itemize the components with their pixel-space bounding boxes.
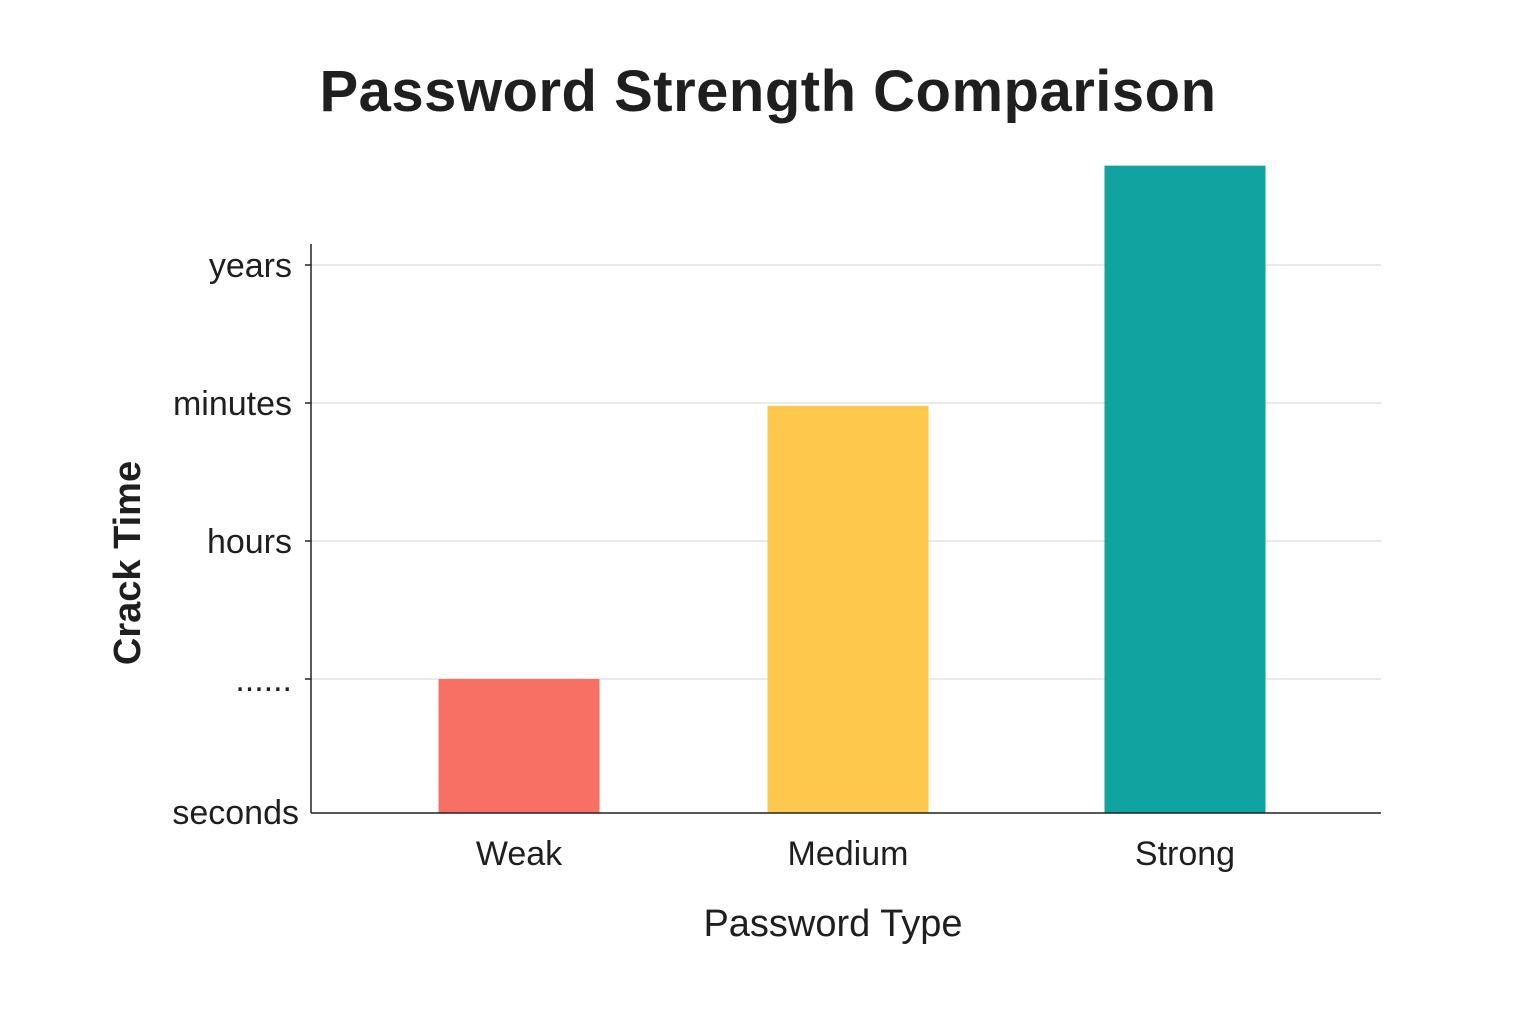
bars [438,165,1266,813]
y-tick-label: hours [207,523,292,561]
y-tick-label: minutes [173,385,292,423]
y-tick-labels: seconds...... hours minutes years [172,247,299,832]
bar-medium [767,405,929,813]
y-tick-label: ...... [235,661,292,699]
bar-strong [1104,165,1266,813]
y-tick-label: seconds [172,794,299,832]
x-tick-label: Medium [788,835,909,873]
x-tick-label: Weak [476,835,563,873]
y-tick-label: years [209,247,292,285]
x-tick-label: Strong [1135,835,1235,873]
x-axis-title: Password Type [703,903,962,945]
bar-chart: seconds...... hours minutes years Weak Mediu… [107,165,1381,945]
y-axis-title: Crack Time [107,461,149,665]
x-tick-labels: Weak Medium Strong [476,835,1235,873]
bar-weak [438,679,600,813]
